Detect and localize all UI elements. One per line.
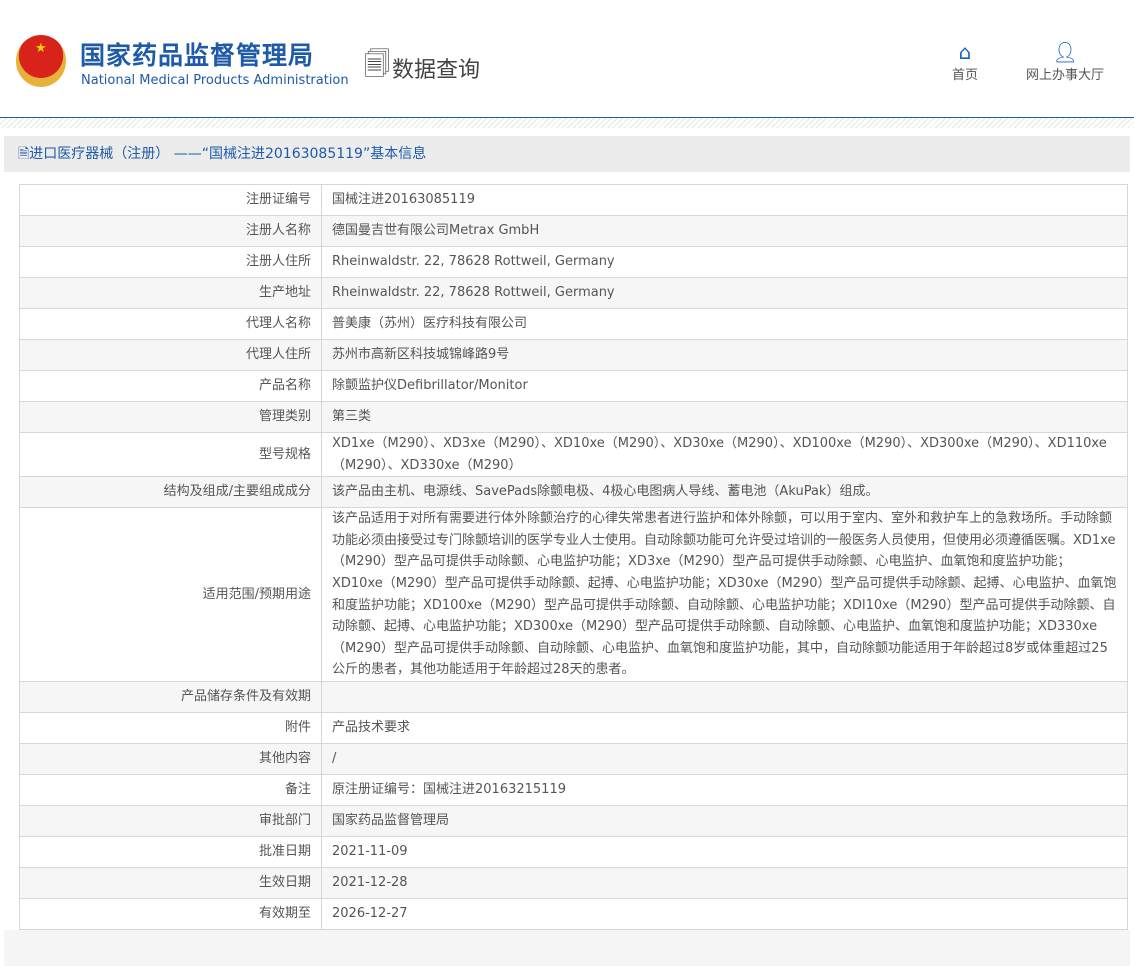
table-row: 注册人住所 Rheinwaldstr. 22, 78628 Rottweil, G…: [19, 246, 1128, 278]
field-value: 德国曼吉世有限公司Metrax GmbH: [321, 215, 1128, 247]
field-value: 原注册证编号：国械注进20163215119: [321, 773, 1128, 806]
table-row: 审批部门 国家药品监督管理局: [19, 804, 1128, 837]
document-icon: 🗎: [18, 146, 30, 162]
national-emblem-logo: ★: [16, 35, 66, 87]
field-label: 注册证编号: [19, 184, 322, 216]
nav-online-hall[interactable]: 👤︎ 网上办事大厅: [1026, 40, 1104, 83]
table-row: 型号规格 XD1xe（M290）、XD3xe（M290）、XD10xe（M290）…: [19, 431, 1128, 478]
detail-table: 注册证编号 国械注进20163085119 注册人名称 德国曼吉世有限公司Metrax…: [19, 184, 1128, 930]
field-value: 2021-11-09: [321, 835, 1128, 868]
field-label: 注册人住所: [19, 246, 322, 278]
field-value: 2026-12-27: [321, 897, 1128, 930]
table-row: 适用范围/预期用途 该产品适用于对所有需要进行体外除颤治疗的心律失常患者进行监护和…: [19, 507, 1128, 682]
field-value: [321, 680, 1128, 713]
field-label: 代理人名称: [19, 308, 322, 340]
field-value: 国械注进20163085119: [321, 184, 1128, 216]
table-row: 产品名称 除颤监护仪Defibrillator/Monitor: [19, 370, 1128, 402]
table-row: 代理人名称 普美康（苏州）医疗科技有限公司: [19, 308, 1128, 340]
section-header: 🗎进口医疗器械（注册） ——“国械注进20163085119”基本信息: [4, 136, 1130, 172]
data-query-label: 🗐 数据查询: [364, 46, 480, 90]
table-row: 有效期至 2026-12-27: [19, 897, 1128, 930]
table-row: 批准日期 2021-11-09: [19, 835, 1128, 868]
field-value: 该产品适用于对所有需要进行体外除颤治疗的心律失常患者进行监护和体外除颤，可以用于…: [321, 507, 1128, 682]
field-label: 管理类别: [19, 401, 322, 433]
divider: [0, 118, 1134, 128]
field-value: /: [321, 742, 1128, 775]
document-search-icon: 🗐: [364, 50, 390, 80]
section-title: 进口医疗器械（注册） ——“国械注进20163085119”基本信息: [29, 146, 427, 162]
field-label: 有效期至: [19, 897, 322, 930]
field-label: 附件: [19, 711, 322, 744]
field-value: 2021-12-28: [321, 866, 1128, 899]
site-header: ★ 国家药品监督管理局 National Medical Products Ad…: [0, 0, 1134, 118]
table-row: 产品储存条件及有效期: [19, 680, 1128, 713]
nav-home[interactable]: ⌂ 首页: [952, 40, 978, 83]
user-icon: 👤︎: [1052, 40, 1078, 64]
field-value: 第三类: [321, 401, 1128, 433]
home-icon: ⌂: [958, 40, 972, 64]
field-label: 型号规格: [19, 431, 322, 478]
site-title-en: National Medical Products Administration: [81, 73, 349, 88]
field-label: 生效日期: [19, 866, 322, 899]
field-value: Rheinwaldstr. 22, 78628 Rottweil, German…: [321, 246, 1128, 278]
table-row: 代理人住所 苏州市高新区科技城锦峰路9号: [19, 339, 1128, 371]
field-value: 普美康（苏州）医疗科技有限公司: [321, 308, 1128, 340]
table-row: 注册证编号 国械注进20163085119: [19, 184, 1128, 216]
field-label: 备注: [19, 773, 322, 806]
field-label: 结构及组成/主要组成成分: [19, 476, 322, 509]
field-value: 产品技术要求: [321, 711, 1128, 744]
field-label: 注册人名称: [19, 215, 322, 247]
field-value: 除颤监护仪Defibrillator/Monitor: [321, 370, 1128, 402]
field-label: 产品名称: [19, 370, 322, 402]
field-label: 其他内容: [19, 742, 322, 775]
field-label: 批准日期: [19, 835, 322, 868]
table-row: 附件 产品技术要求: [19, 711, 1128, 744]
table-row: 结构及组成/主要组成成分 该产品由主机、电源线、SavePads除颤电极、4极心电…: [19, 476, 1128, 509]
table-row: 生效日期 2021-12-28: [19, 866, 1128, 899]
table-row: 管理类别 第三类: [19, 401, 1128, 433]
table-row: 备注 原注册证编号：国械注进20163215119: [19, 773, 1128, 806]
field-label: 产品储存条件及有效期: [19, 680, 322, 713]
field-value: 该产品由主机、电源线、SavePads除颤电极、4极心电图病人导线、蓄电池（Ak…: [321, 476, 1128, 509]
field-value: 苏州市高新区科技城锦峰路9号: [321, 339, 1128, 371]
site-title-cn: 国家药品监督管理局: [80, 41, 315, 70]
table-row: 注册人名称 德国曼吉世有限公司Metrax GmbH: [19, 215, 1128, 247]
field-label: 适用范围/预期用途: [19, 507, 322, 682]
field-value: Rheinwaldstr. 22, 78628 Rottweil, German…: [321, 277, 1128, 309]
table-row: 生产地址 Rheinwaldstr. 22, 78628 Rottweil, Ge…: [19, 277, 1128, 309]
field-label: 生产地址: [19, 277, 322, 309]
field-label: 审批部门: [19, 804, 322, 837]
table-row: 其他内容 /: [19, 742, 1128, 775]
field-value: XD1xe（M290）、XD3xe（M290）、XD10xe（M290）、XD3…: [321, 431, 1128, 478]
field-label: 代理人住所: [19, 339, 322, 371]
field-value: 国家药品监督管理局: [321, 804, 1128, 837]
